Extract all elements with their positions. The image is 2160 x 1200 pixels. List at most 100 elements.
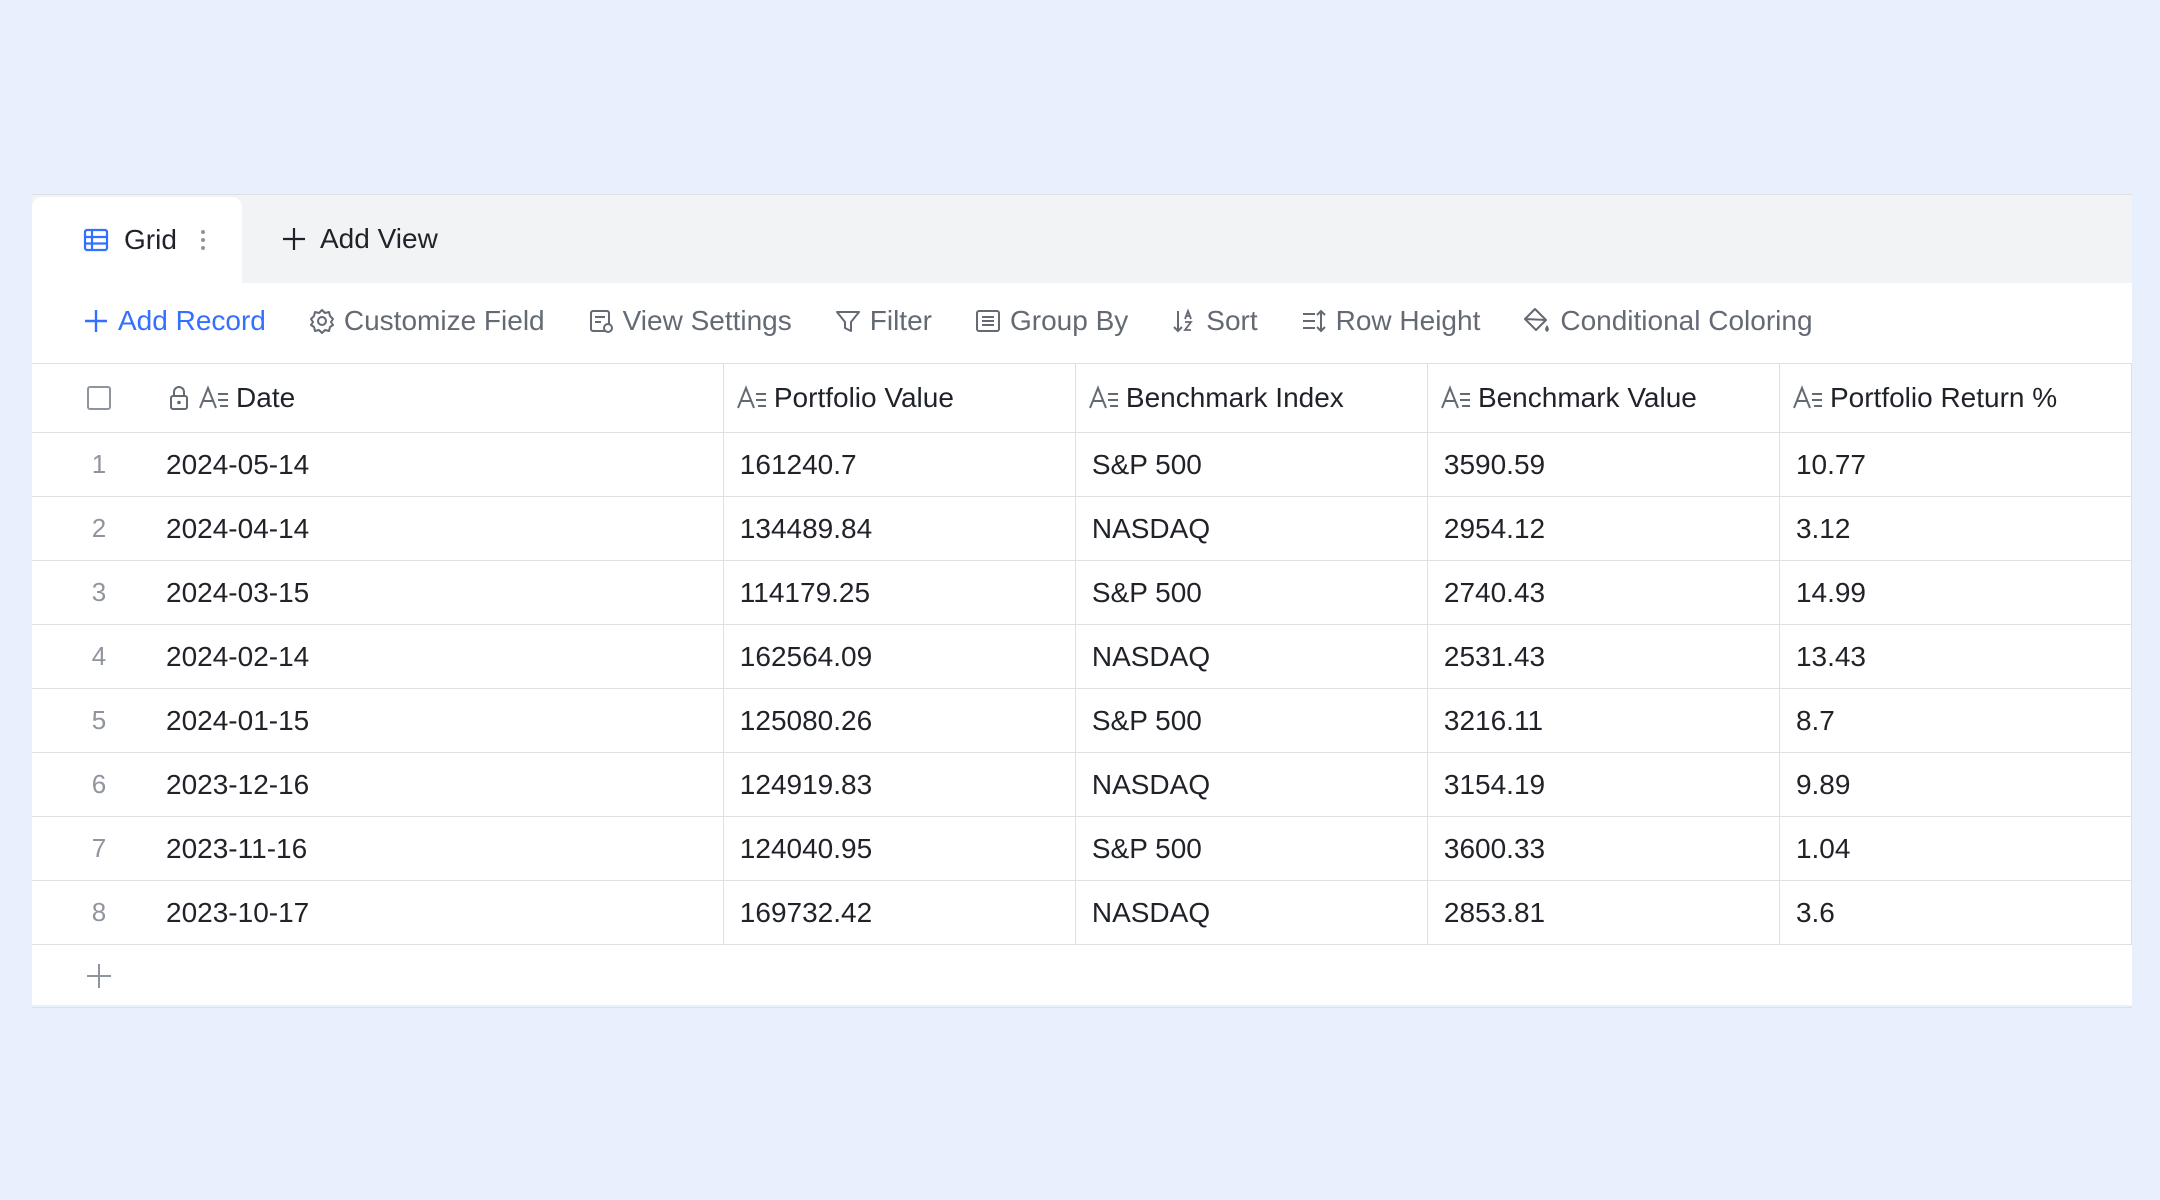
cell-portfolio-return[interactable]: 3.6 [1780,881,2132,944]
cell-benchmark-value[interactable]: 3590.59 [1428,433,1780,496]
sort-button[interactable]: Sort [1170,305,1258,337]
add-record-button[interactable]: Add Record [82,305,266,337]
cell-benchmark-value[interactable]: 3154.19 [1428,753,1780,816]
cell-portfolio-return[interactable]: 8.7 [1780,689,2132,752]
column-header-label: Date [236,382,296,413]
toolbar: Add Record Customize Field View Settings… [32,283,2132,359]
row-index: 7 [91,833,107,863]
cell-benchmark-index[interactable]: S&P 500 [1076,433,1428,496]
text-field-icon [1088,384,1120,412]
add-record-label: Add Record [118,305,266,336]
plus-icon [84,961,114,991]
cell-portfolio-value[interactable]: 114179.25 [724,561,1076,624]
cell-portfolio-value[interactable]: 161240.7 [724,433,1076,496]
view-settings-icon [589,310,613,333]
table-row[interactable]: 7 2023-11-16 124040.95 S&P 500 3600.33 1… [32,817,2132,881]
row-index: 3 [91,577,107,607]
row-index: 4 [91,641,107,671]
table-row[interactable]: 2 2024-04-14 134489.84 NASDAQ 2954.12 3.… [32,497,2132,561]
select-all-checkbox[interactable] [87,386,112,410]
lock-icon [166,384,192,412]
conditional-coloring-label: Conditional Coloring [1560,305,1813,336]
table-row[interactable]: 8 2023-10-17 169732.42 NASDAQ 2853.81 3.… [32,881,2132,945]
cell-benchmark-index[interactable]: NASDAQ [1076,625,1428,688]
text-field-icon [1792,384,1824,412]
cell-portfolio-return[interactable]: 14.99 [1780,561,2132,624]
cell-portfolio-return[interactable]: 13.43 [1780,625,2132,688]
cell-benchmark-index[interactable]: S&P 500 [1076,561,1428,624]
sort-icon [1173,308,1194,333]
cell-benchmark-index[interactable]: NASDAQ [1076,497,1428,560]
cell-date[interactable]: 2023-10-17 [166,881,724,944]
row-height-button[interactable]: Row Height [1300,305,1481,337]
group-by-icon [975,310,1000,332]
row-index: 5 [91,705,107,735]
tab-grid[interactable]: Grid [32,197,242,283]
cell-benchmark-index[interactable]: NASDAQ [1076,753,1428,816]
column-header-label: Portfolio Return % [1829,382,2058,413]
cell-benchmark-index[interactable]: S&P 500 [1076,689,1428,752]
add-row-button[interactable] [32,945,2132,1008]
text-field-icon [736,384,768,412]
table-row[interactable]: 6 2023-12-16 124919.83 NASDAQ 3154.19 9.… [32,753,2132,817]
group-by-button[interactable]: Group By [974,305,1128,337]
cell-date[interactable]: 2024-02-14 [166,625,724,688]
grid-view-icon [82,226,110,254]
cell-portfolio-value[interactable]: 124040.95 [724,817,1076,880]
more-vertical-icon[interactable] [199,227,207,253]
cell-portfolio-return[interactable]: 1.04 [1780,817,2132,880]
column-header-benchmark-index[interactable]: Benchmark Index [1076,364,1428,432]
cell-benchmark-value[interactable]: 2531.43 [1428,625,1780,688]
table-row[interactable]: 5 2024-01-15 125080.26 S&P 500 3216.11 8… [32,689,2132,753]
cell-date[interactable]: 2024-03-15 [166,561,724,624]
select-all-cell[interactable] [32,364,166,432]
row-index: 6 [91,769,107,799]
cell-benchmark-index[interactable]: NASDAQ [1076,881,1428,944]
group-by-label: Group By [1009,305,1129,336]
cell-date[interactable]: 2023-12-16 [166,753,724,816]
row-height-icon [1302,309,1326,333]
cell-benchmark-value[interactable]: 3216.11 [1428,689,1780,752]
column-header-label: Portfolio Value [773,382,954,413]
header-row: Date Portfolio Value Benchmark Index Ben… [32,364,2132,433]
table-row[interactable]: 3 2024-03-15 114179.25 S&P 500 2740.43 1… [32,561,2132,625]
table-row[interactable]: 4 2024-02-14 162564.09 NASDAQ 2531.43 13… [32,625,2132,689]
tab-grid-label: Grid [124,224,177,255]
cell-portfolio-return[interactable]: 3.12 [1780,497,2132,560]
cell-portfolio-value[interactable]: 125080.26 [724,689,1076,752]
cell-portfolio-return[interactable]: 10.77 [1780,433,2132,496]
column-header-benchmark-value[interactable]: Benchmark Value [1428,364,1780,432]
plus-icon [280,225,308,253]
view-settings-button[interactable]: View Settings [587,305,792,337]
conditional-coloring-button[interactable]: Conditional Coloring [1522,305,1813,337]
column-header-portfolio-value[interactable]: Portfolio Value [724,364,1076,432]
cell-portfolio-return[interactable]: 9.89 [1780,753,2132,816]
cell-benchmark-value[interactable]: 2853.81 [1428,881,1780,944]
cell-portfolio-value[interactable]: 124919.83 [724,753,1076,816]
add-view-label: Add View [320,223,438,254]
row-index: 2 [91,513,107,543]
cell-benchmark-index[interactable]: S&P 500 [1076,817,1428,880]
add-view-button[interactable]: Add View [280,195,438,283]
cell-benchmark-value[interactable]: 2740.43 [1428,561,1780,624]
cell-portfolio-value[interactable]: 134489.84 [724,497,1076,560]
row-height-label: Row Height [1335,305,1481,336]
column-header-date[interactable]: Date [166,364,724,432]
cell-portfolio-value[interactable]: 169732.42 [724,881,1076,944]
cell-benchmark-value[interactable]: 2954.12 [1428,497,1780,560]
grid-panel: Grid Add View Add Record Customize Field… [32,194,2132,1008]
cell-portfolio-value[interactable]: 162564.09 [724,625,1076,688]
cell-date[interactable]: 2024-01-15 [166,689,724,752]
column-header-portfolio-return[interactable]: Portfolio Return % [1780,364,2132,432]
cell-date[interactable]: 2023-11-16 [166,817,724,880]
data-grid: Date Portfolio Value Benchmark Index Ben… [32,363,2132,1008]
filter-button[interactable]: Filter [834,305,932,337]
paint-bucket-icon [1524,308,1550,332]
cell-benchmark-value[interactable]: 3600.33 [1428,817,1780,880]
cell-date[interactable]: 2024-04-14 [166,497,724,560]
sort-label: Sort [1206,305,1258,336]
plus-icon [85,310,107,332]
cell-date[interactable]: 2024-05-14 [166,433,724,496]
table-row[interactable]: 1 2024-05-14 161240.7 S&P 500 3590.59 10… [32,433,2132,497]
customize-field-button[interactable]: Customize Field [308,305,545,337]
